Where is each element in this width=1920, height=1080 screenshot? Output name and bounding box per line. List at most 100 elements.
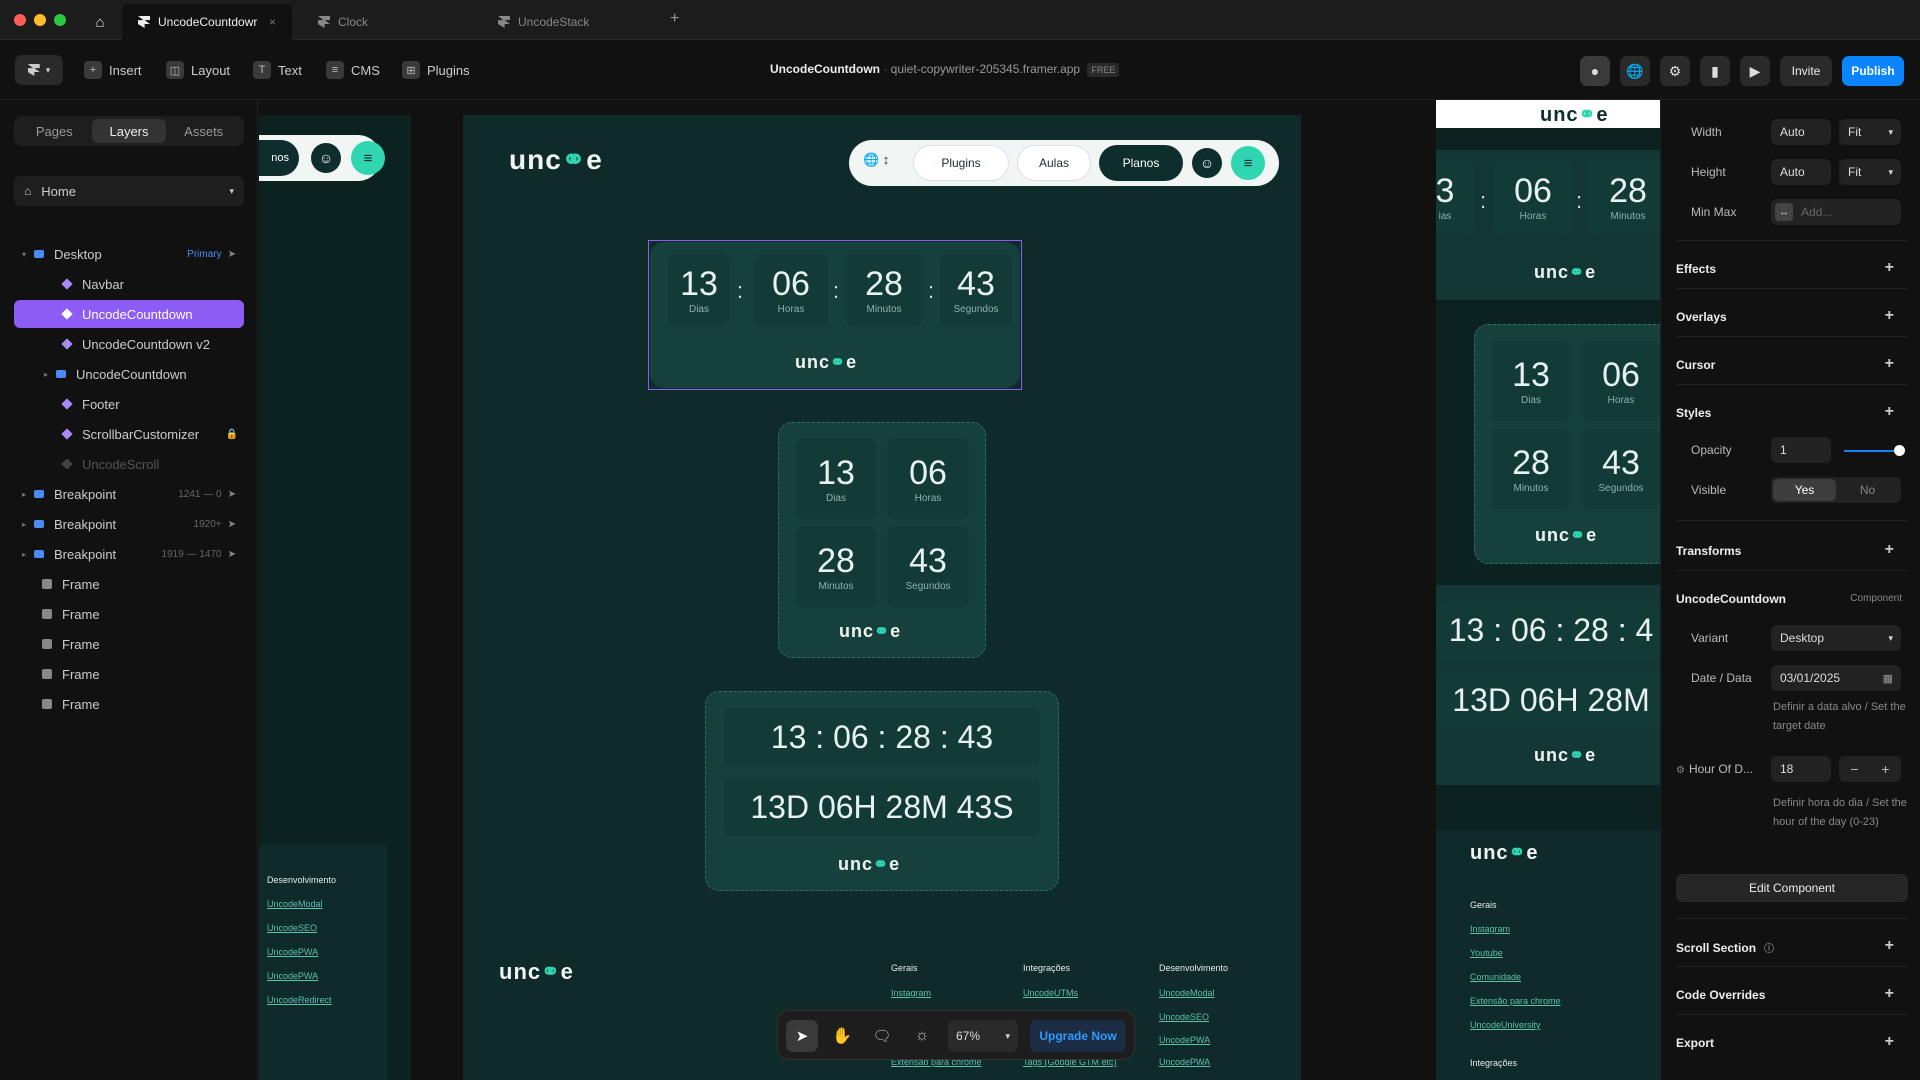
new-tab-icon[interactable]: + [670,10,679,28]
comment-tool-icon[interactable]: 🗨 [866,1020,898,1052]
add-icon[interactable]: + [1885,937,1894,955]
height-mode-select[interactable]: Fit ▾ [1839,159,1901,185]
framer-menu-button[interactable]: ▾ [15,55,63,85]
layout-button[interactable]: ◫ Layout [166,58,230,82]
visible-no-option[interactable]: No [1836,479,1899,501]
add-icon[interactable]: + [1885,259,1894,277]
edit-component-button[interactable]: Edit Component [1676,874,1908,902]
footer-link[interactable]: UncodeSEO [1159,1012,1209,1022]
invite-button[interactable]: Invite [1780,56,1832,86]
avatar[interactable]: ● [1580,56,1610,86]
opacity-slider-thumb[interactable] [1894,445,1905,456]
layer-uncodecountdown-v2[interactable]: UncodeCountdown v2 [14,330,244,358]
tab-uncodecountdown[interactable]: UncodeCountdowr × [122,4,292,40]
nav-aulas[interactable]: Aulas [1017,145,1091,181]
layer-frame[interactable]: Frame [14,600,244,628]
add-icon[interactable]: + [1885,541,1894,559]
close-tab-icon[interactable]: × [269,15,276,29]
layer-breakpoint[interactable]: ▸ Breakpoint 1920+ ➤ [14,510,244,538]
page-selector[interactable]: ⌂ Home ▾ [14,176,244,206]
analytics-icon[interactable]: ▮ [1700,56,1730,86]
layer-frame[interactable]: Frame [14,690,244,718]
add-icon[interactable]: + [1885,985,1894,1003]
countdown-grid-partial[interactable]: 13 Dias 06 Horas 28 Minutos 43 Segundos unc⚭… [1474,324,1660,564]
theme-toggle-icon[interactable]: ☼ [906,1020,938,1052]
cms-button[interactable]: ≡ CMS [326,58,380,82]
footer-link[interactable]: Instagram [891,988,931,998]
decrement-icon[interactable]: − [1839,756,1870,782]
countdown-horizontal[interactable]: 13 Dias : 06 Horas : 28 Minutos : 43 Segundo… [650,242,1020,388]
footer-link[interactable]: UncodePWA [267,971,318,981]
countdown-text-partial[interactable]: 13 : 06 : 28 : 4 13D 06H 28M unc⚭e [1436,585,1660,785]
layer-desktop[interactable]: ▾ Desktop Primary ➤ [14,240,244,268]
width-input[interactable]: Auto [1771,119,1831,145]
add-icon[interactable]: + [1885,1033,1894,1051]
hour-input[interactable]: 18 [1771,756,1831,782]
effects-section[interactable]: Effects + [1676,259,1908,277]
export-section[interactable]: Export + [1676,1033,1908,1051]
calendar-icon[interactable]: ▦ [1883,672,1893,685]
minmax-input[interactable]: ↔ Add... [1771,199,1901,225]
width-mode-select[interactable]: Fit ▾ [1839,119,1901,145]
add-icon[interactable]: + [1885,355,1894,373]
close-window-button[interactable] [14,14,26,26]
tab-pages[interactable]: Pages [17,119,92,143]
footer-link[interactable]: UncodeRedirect [267,995,332,1005]
project-title[interactable]: UncodeCountdown · quiet-copywriter-20534… [770,62,1120,77]
countdown-horizontal-partial[interactable]: 3 ias : 06 Horas : 28 Minutos unc⚭e [1436,150,1660,300]
footer-link[interactable]: UncodeUniversity [1470,1020,1541,1030]
info-icon[interactable]: ⓘ [1764,944,1774,955]
globe-icon[interactable]: 🌐 [1620,56,1650,86]
footer-link[interactable]: Youtube [1470,948,1503,958]
user-icon[interactable]: ☺ [1192,148,1222,178]
add-icon[interactable]: + [1885,307,1894,325]
footer-link[interactable]: UncodeModal [1159,988,1215,998]
countdown-text[interactable]: 13 : 06 : 28 : 43 13D 06H 28M 43S unc⚭e [705,691,1059,891]
upgrade-button[interactable]: Upgrade Now [1030,1020,1126,1052]
overlays-section[interactable]: Overlays + [1676,307,1908,325]
countdown-grid[interactable]: 13 Dias 06 Horas 28 Minutos 43 Segundos unc⚭… [778,422,986,658]
transforms-section[interactable]: Transforms + [1676,541,1908,559]
nav-plugins[interactable]: Plugins [913,145,1009,181]
language-icon[interactable]: 🌐 ↕ [863,152,889,168]
breakpoint-frame-left[interactable]: nos ☺ ≡ Desenvolvimento UncodeModal Unco… [259,115,411,1080]
tab-assets[interactable]: Assets [166,119,241,143]
tab-clock[interactable]: Clock [302,4,472,40]
preview-play-icon[interactable]: ▶ [1740,56,1770,86]
layer-navbar[interactable]: Navbar [14,270,244,298]
maximize-window-button[interactable] [54,14,66,26]
footer-link[interactable]: UncodePWA [1159,1057,1210,1067]
text-button[interactable]: T Text [253,58,302,82]
layer-footer[interactable]: Footer [14,390,244,418]
scroll-section[interactable]: Scroll Section ⓘ + [1676,937,1908,955]
increment-icon[interactable]: + [1870,756,1901,782]
variant-select[interactable]: Desktop ▾ [1771,625,1901,651]
layer-scrollbarcustomizer[interactable]: ScrollbarCustomizer 🔒 [14,420,244,448]
layer-uncodecountdown-frame[interactable]: ▸ UncodeCountdown [14,360,244,388]
minimize-window-button[interactable] [34,14,46,26]
date-input[interactable]: 03/01/2025 ▦ [1771,665,1901,691]
plugins-button[interactable]: ⊞ Plugins [402,58,470,82]
footer-link[interactable]: Extensão para chrome [1470,996,1561,1006]
visible-yes-option[interactable]: Yes [1773,479,1836,501]
tab-layers[interactable]: Layers [91,119,167,143]
code-overrides-section[interactable]: Code Overrides + [1676,985,1908,1003]
layer-breakpoint[interactable]: ▸ Breakpoint 1919 — 1470 ➤ [14,540,244,568]
select-tool-icon[interactable]: ➤ [786,1020,818,1052]
height-input[interactable]: Auto [1771,159,1831,185]
layer-uncodescroll[interactable]: UncodeScroll [14,450,244,478]
layer-frame[interactable]: Frame [14,630,244,658]
footer-link[interactable]: Comunidade [1470,972,1521,982]
desktop-frame[interactable]: unc⚭e 🌐 ↕ Plugins Aulas Planos ☺ ≡ ≡ 13D… [463,115,1301,1080]
menu-icon[interactable]: ≡ [1231,146,1265,180]
opacity-slider-track[interactable] [1844,450,1900,452]
cursor-section[interactable]: Cursor + [1676,355,1908,373]
insert-button[interactable]: + Insert [84,58,142,82]
user-icon[interactable]: ☺ [311,143,341,173]
add-icon[interactable]: + [1885,403,1894,421]
layer-breakpoint[interactable]: ▸ Breakpoint 1241 — 0 ➤ [14,480,244,508]
tab-uncodestack[interactable]: UncodeStack [482,4,652,40]
breakpoint-frame-right[interactable]: unc⚭e 3 ias : 06 Horas : 28 Minutos unc⚭e 1… [1436,100,1660,1080]
publish-button[interactable]: Publish [1842,56,1904,86]
settings-icon[interactable]: ⚙ [1660,56,1690,86]
